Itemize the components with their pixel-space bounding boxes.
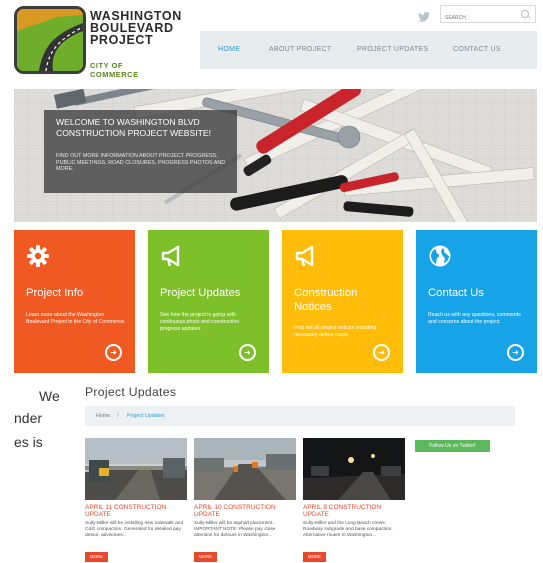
twitter-icon[interactable] xyxy=(418,9,430,22)
nav-contact-us[interactable]: CONTACT US xyxy=(453,31,501,69)
tile-text: Reach us with any questions, comments an… xyxy=(428,312,521,325)
logo-wordmark: WASHINGTON BOULEVARD PROJECT xyxy=(90,10,182,47)
breadcrumb-home[interactable]: Home xyxy=(96,406,110,426)
logo-line-3: PROJECT xyxy=(90,33,154,47)
tile-project-updates[interactable]: Project Updates See how the project is g… xyxy=(148,230,269,373)
arrow-right-icon[interactable] xyxy=(239,344,256,361)
tile-project-info[interactable]: Project Info Learn more about the Washin… xyxy=(14,230,135,373)
card-text: Sully-Miller will be installing new Side… xyxy=(85,521,184,538)
tile-contact-us[interactable]: Contact Us Reach us with any questions, … xyxy=(416,230,537,373)
hero-title: WELCOME TO WASHINGTON BLVD CONSTRUCTION … xyxy=(56,117,212,138)
side-text-line: We xyxy=(39,388,60,404)
tile-title: Contact Us xyxy=(428,287,484,299)
card-text: Sully-Miller will be asphalt placement. … xyxy=(194,521,276,538)
breadcrumb: Home / Project Updates xyxy=(85,406,515,426)
more-button[interactable]: MORE xyxy=(194,552,217,562)
globe-icon xyxy=(428,244,452,268)
tile-title: Project Info xyxy=(26,287,84,299)
tile-text: Learn more about the Washington Boulevar… xyxy=(26,312,126,325)
side-text-line: nder xyxy=(14,410,43,426)
card-title[interactable]: APRIL 10 CONSTRUCTION UPDATE xyxy=(194,504,296,518)
construction-photo[interactable] xyxy=(194,438,296,500)
card-text: Sully-Miller and the Long Beach crews: R… xyxy=(303,521,393,538)
tile-text: Find out all project notices including n… xyxy=(294,325,377,338)
more-button[interactable]: MORE xyxy=(303,552,326,562)
construction-photo[interactable] xyxy=(85,438,187,500)
hero-text: FIND OUT MORE INFORMATION ABOUT PROJECT … xyxy=(56,153,226,173)
tile-title: Construction Notices xyxy=(294,287,358,313)
gear-icon xyxy=(26,244,50,268)
nav-about-project[interactable]: ABOUT PROJECT xyxy=(269,31,332,69)
section-title: Project Updates xyxy=(85,385,177,399)
megaphone-icon xyxy=(160,244,184,268)
follow-twitter-button[interactable]: Follow Us on Twitter! xyxy=(415,440,490,452)
arrow-right-icon[interactable] xyxy=(105,344,122,361)
breadcrumb-separator: / xyxy=(117,413,119,419)
tile-title: Project Updates xyxy=(160,287,241,299)
breadcrumb-current: Project Updates xyxy=(127,413,165,419)
more-button[interactable]: MORE xyxy=(85,552,108,562)
search-icon[interactable] xyxy=(521,10,529,18)
site-logo[interactable]: WASHINGTON BOULEVARD PROJECT CITY OF COM… xyxy=(14,6,181,79)
card-title[interactable]: APRIL 8 CONSTRUCTION UPDATE xyxy=(303,504,405,518)
main-nav: HOME ABOUT PROJECT PROJECT UPDATES CONTA… xyxy=(200,31,537,69)
nav-home[interactable]: HOME xyxy=(218,31,240,69)
arrow-right-icon[interactable] xyxy=(507,344,524,361)
logo-road-icon xyxy=(14,6,86,74)
card-title[interactable]: APRIL 11 CONSTRUCTION UPDATE xyxy=(85,504,187,518)
arrow-right-icon[interactable] xyxy=(373,344,390,361)
search-box[interactable] xyxy=(440,5,536,25)
nav-project-updates[interactable]: PROJECT UPDATES xyxy=(357,31,429,69)
construction-photo[interactable] xyxy=(303,438,405,500)
search-input[interactable] xyxy=(445,11,517,25)
tile-construction-notices[interactable]: Construction Notices Find out all projec… xyxy=(282,230,403,373)
tile-text: See how the project is going with contin… xyxy=(160,312,240,332)
side-text-line: es is xyxy=(14,434,43,450)
megaphone-icon xyxy=(294,244,318,268)
logo-city: CITY OF COMMERCE xyxy=(90,61,139,79)
